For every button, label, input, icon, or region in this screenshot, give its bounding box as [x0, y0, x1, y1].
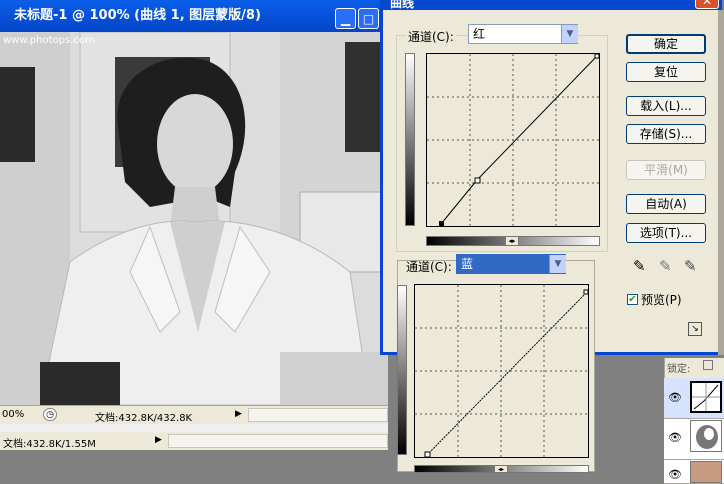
channel-value: 红 [473, 27, 486, 41]
canvas-photo[interactable] [0, 32, 388, 405]
horizontal-scrollbar[interactable] [248, 408, 388, 422]
chevron-down-icon-2[interactable]: ▼ [549, 255, 566, 273]
mask-thumb-icon [696, 425, 718, 449]
expand-icon[interactable]: ↘ [688, 322, 702, 336]
gray-eyedropper-icon[interactable]: ✎ [659, 257, 672, 275]
curves-dialog-title: 曲线 [390, 0, 415, 10]
channel-label: 通道(C): [406, 28, 456, 45]
mask-thumbnail[interactable] [690, 420, 722, 452]
black-eyedropper-icon[interactable]: ✎ [633, 257, 646, 275]
smooth-button[interactable]: 平滑(M) [626, 160, 706, 180]
options-button[interactable]: 选项(T)... [626, 223, 706, 243]
eye-icon[interactable]: 👁 [668, 431, 682, 445]
gradient-swap-icon[interactable]: ◂▸ [505, 236, 519, 246]
preview-checkbox[interactable]: ✔ [627, 294, 638, 305]
channel-value-2: 蓝 [461, 257, 474, 271]
output-gradient [405, 53, 415, 226]
curve-grid-svg[interactable] [427, 53, 600, 226]
gradient-swap-icon-2[interactable]: ◂▸ [494, 465, 508, 473]
auto-button[interactable]: 自动(A) [626, 194, 706, 214]
curve-graph[interactable] [426, 53, 600, 227]
white-eyedropper-icon[interactable]: ✎ [684, 257, 697, 275]
load-button[interactable]: 载入(L)... [626, 96, 706, 116]
save-button[interactable]: 存储(S)... [626, 124, 706, 144]
doc-info: 文档:432.8K/432.8K [95, 413, 193, 424]
minimize-button[interactable]: ▁ [335, 8, 356, 29]
curve-grid-svg-2[interactable] [415, 285, 589, 458]
photo-layer-thumbnail[interactable] [690, 461, 722, 483]
document-title: 未标题-1 @ 100% (曲线 1, 图层蒙版/8) [14, 8, 261, 23]
ok-button[interactable]: 确定 [626, 34, 706, 54]
watermark-text: www.photops.com [3, 35, 95, 46]
status-arrow-icon[interactable]: ▶ [235, 409, 242, 419]
channel-label-2: 通道(C): [406, 260, 452, 274]
app-status-arrow-icon[interactable]: ▶ [155, 435, 162, 445]
document-titlebar[interactable]: 未标题-1 @ 100% (曲线 1, 图层蒙版/8) [0, 0, 388, 32]
chevron-down-icon[interactable]: ▼ [561, 25, 578, 43]
zoom-level[interactable]: 00% [2, 409, 24, 420]
curves-layer-thumbnail[interactable] [690, 381, 722, 413]
lock-label: 锁定: [667, 364, 691, 375]
close-icon: ✕ [701, 0, 713, 8]
maximize-button[interactable]: □ [358, 8, 379, 29]
curves-dialog-titlebar[interactable] [380, 0, 722, 10]
lock-transparent-icon[interactable] [703, 360, 713, 370]
panel-edge [718, 10, 724, 355]
eye-icon[interactable]: 👁 [668, 391, 682, 405]
reset-button[interactable]: 复位 [626, 62, 706, 82]
curve-graph-2[interactable] [414, 284, 589, 458]
eye-icon[interactable]: 👁 [668, 468, 682, 482]
curve-thumb-icon [692, 383, 720, 411]
status-icon[interactable]: ◷ [43, 408, 57, 421]
output-gradient-2 [397, 285, 407, 455]
preview-label: 预览(P) [641, 293, 682, 307]
app-scrollbar[interactable] [168, 434, 388, 448]
app-statusbar: 文档:432.8K/1.55M ▶ [0, 432, 388, 450]
document-statusbar: 00% ◷ 文档:432.8K/432.8K ▶ [0, 405, 388, 424]
close-button[interactable]: ✕ [695, 0, 719, 9]
app-status-text: 文档:432.8K/1.55M [3, 439, 96, 450]
portrait-photo [0, 32, 388, 405]
